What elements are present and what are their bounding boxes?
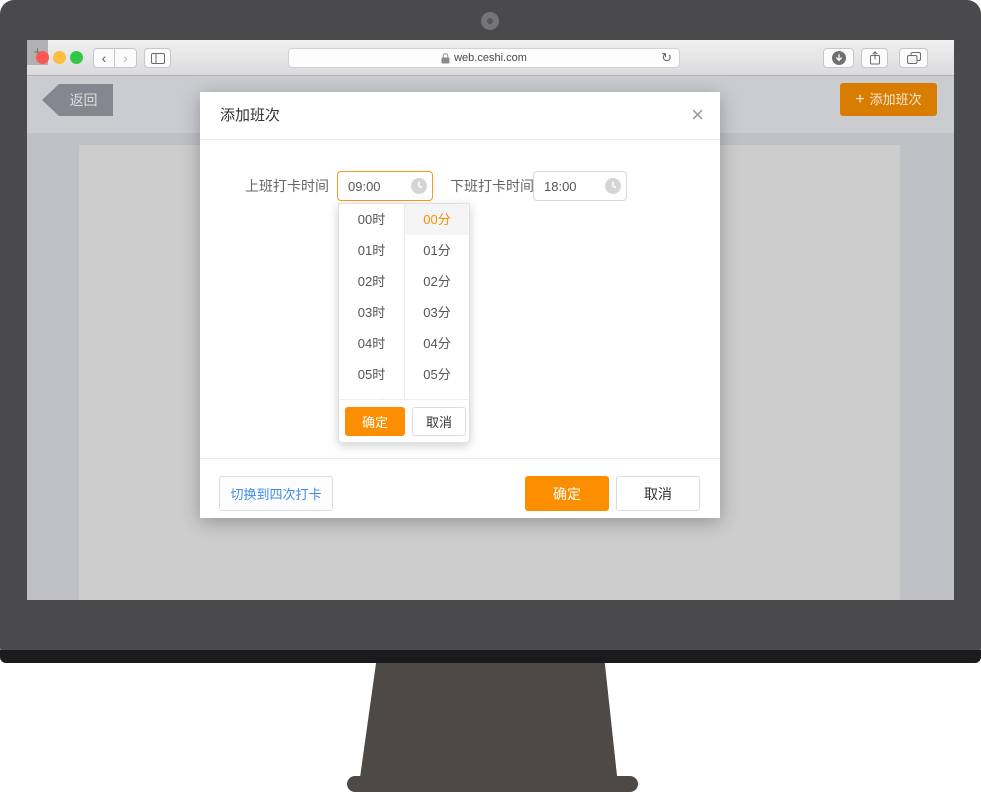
share-button[interactable]: [861, 48, 888, 68]
download-icon: [831, 51, 846, 65]
hour-option[interactable]: 06时: [339, 390, 404, 399]
page-back-button[interactable]: 返回: [42, 84, 113, 116]
switch-to-four-punches-button[interactable]: 切换到四次打卡: [219, 476, 333, 511]
show-tabs-button[interactable]: [899, 48, 928, 68]
share-icon: [869, 51, 880, 65]
hour-column: 00时 01时 02时 03时 04时 05时 06时: [339, 204, 404, 399]
time-picker-dropdown: 00时 01时 02时 03时 04时 05时 06时 00分 01分 02分 …: [338, 203, 470, 443]
modal-footer: 切换到四次打卡 确定 取消: [200, 458, 720, 518]
add-shift-label: 添加班次: [869, 92, 922, 107]
monitor-bottom-edge: [0, 650, 981, 663]
forward-button[interactable]: ›: [115, 48, 137, 68]
zoom-window-button[interactable]: [70, 51, 83, 64]
lock-icon: [441, 52, 450, 64]
time-picker-lists: 00时 01时 02时 03时 04时 05时 06时 00分 01分 02分 …: [339, 204, 469, 399]
minute-option[interactable]: 03分: [405, 297, 469, 328]
tabs-icon: [906, 52, 921, 64]
forward-icon: ›: [123, 50, 128, 66]
close-icon[interactable]: ×: [691, 101, 704, 129]
monitor-stand-base: [347, 776, 638, 792]
webcam-lens: [487, 18, 493, 24]
clock-in-label: 上班打卡时间: [245, 178, 329, 194]
minimize-window-button[interactable]: [53, 51, 66, 64]
sidebar-icon: [150, 52, 165, 64]
url-text: web.ceshi.com: [454, 52, 527, 64]
hour-option[interactable]: 02时: [339, 266, 404, 297]
hour-option[interactable]: 04时: [339, 328, 404, 359]
webcam-dot: [481, 12, 499, 30]
clock-out-label: 下班打卡时间: [450, 178, 534, 194]
minute-option[interactable]: 06分: [405, 390, 469, 399]
downloads-button[interactable]: [823, 48, 854, 68]
address-bar[interactable]: web.ceshi.com ↻: [288, 48, 680, 68]
hour-option[interactable]: 00时: [339, 204, 404, 235]
clock-in-time-input[interactable]: [337, 171, 433, 201]
minute-option[interactable]: 05分: [405, 359, 469, 390]
clock-out-time-input[interactable]: [533, 171, 627, 201]
time-picker-actions: 确定 取消: [339, 399, 469, 442]
back-icon: ‹: [101, 50, 107, 66]
time-picker-cancel-button[interactable]: 取消: [412, 407, 466, 436]
minute-option[interactable]: 02分: [405, 266, 469, 297]
nav-buttons: ‹ ›: [93, 48, 137, 68]
add-shift-modal: 添加班次 × 上班打卡时间 下班打卡时间 00时 01时 02时 03时 04时…: [200, 92, 720, 518]
sidebar-toggle-button[interactable]: [144, 48, 171, 68]
modal-confirm-button[interactable]: 确定: [525, 476, 609, 511]
plus-icon: +: [855, 91, 865, 108]
hour-option[interactable]: 01时: [339, 235, 404, 266]
minute-option[interactable]: 04分: [405, 328, 469, 359]
minute-option[interactable]: 01分: [405, 235, 469, 266]
screen: ‹ › web.ceshi.com ↻ + 返回 + 添加班次: [27, 40, 954, 600]
back-button[interactable]: ‹: [93, 48, 115, 68]
minute-column: 00分 01分 02分 03分 04分 05分 06分: [404, 204, 469, 399]
hour-option[interactable]: 03时: [339, 297, 404, 328]
time-picker-confirm-button[interactable]: 确定: [345, 407, 405, 436]
modal-cancel-button[interactable]: 取消: [616, 476, 700, 511]
close-window-button[interactable]: [36, 51, 49, 64]
modal-title: 添加班次: [220, 107, 281, 124]
minute-option-selected[interactable]: 00分: [405, 204, 469, 235]
browser-toolbar: ‹ › web.ceshi.com ↻ +: [27, 40, 954, 76]
modal-header: 添加班次 ×: [200, 92, 720, 140]
add-shift-button[interactable]: + 添加班次: [840, 83, 937, 116]
monitor-stand-neck: [360, 663, 618, 777]
hour-option[interactable]: 05时: [339, 359, 404, 390]
refresh-icon[interactable]: ↻: [661, 50, 672, 66]
